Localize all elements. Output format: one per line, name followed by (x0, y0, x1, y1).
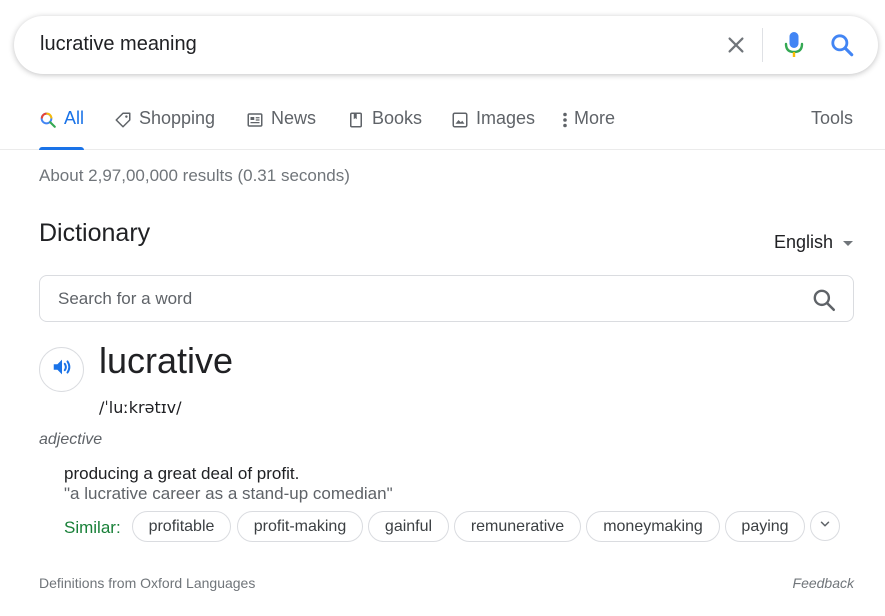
tools-button[interactable]: Tools (811, 108, 853, 129)
similar-chip[interactable]: gainful (368, 511, 449, 542)
image-icon (451, 111, 469, 129)
similar-chip[interactable]: profitable (132, 511, 231, 542)
search-query[interactable]: lucrative meaning (40, 33, 197, 56)
search-bar[interactable]: lucrative meaning (14, 16, 878, 74)
search-divider (762, 28, 763, 62)
mic-icon[interactable] (779, 29, 809, 61)
tab-shopping[interactable]: Shopping (114, 108, 215, 150)
tab-label: Shopping (139, 108, 216, 128)
headword: lucrative (99, 340, 234, 381)
tag-icon (114, 111, 132, 129)
expand-similar-button[interactable] (810, 511, 840, 541)
phonetic: /ˈluːkrətɪv/ (99, 398, 182, 417)
close-icon[interactable] (722, 31, 750, 59)
speaker-icon (51, 356, 73, 383)
book-icon (347, 111, 365, 129)
dictionary-title: Dictionary (39, 219, 151, 247)
news-icon (246, 111, 264, 129)
similar-chip[interactable]: paying (725, 511, 805, 542)
word-search-input[interactable] (58, 286, 778, 312)
search-icon[interactable] (827, 30, 857, 60)
results-stats: About 2,97,00,000 results (0.31 seconds) (39, 166, 350, 185)
part-of-speech: adjective (39, 431, 103, 448)
similar-chip[interactable]: remunerative (454, 511, 581, 542)
tab-label: More (574, 108, 616, 128)
language-label: English (774, 232, 834, 252)
more-vert-icon (560, 111, 570, 129)
tab-label: Books (372, 108, 423, 128)
feedback-link[interactable]: Feedback (793, 575, 854, 591)
tab-books[interactable]: Books (347, 108, 422, 150)
word-search-box[interactable] (39, 275, 854, 322)
example-sentence: "a lucrative career as a stand-up comedi… (64, 484, 393, 503)
definitions-source: Definitions from Oxford Languages (39, 575, 256, 591)
search-icon (39, 111, 57, 129)
tab-label: Images (476, 108, 536, 128)
tab-label: News (271, 108, 317, 128)
similar-label: Similar: (64, 518, 121, 537)
search-icon[interactable] (811, 287, 837, 313)
tab-news[interactable]: News (246, 108, 316, 150)
tab-images[interactable]: Images (451, 108, 535, 150)
caret-down-icon (843, 241, 854, 246)
tab-more[interactable]: More (560, 108, 615, 150)
definition: producing a great deal of profit. (64, 464, 300, 483)
search-tabs: All Shopping News Books Images More Tool… (0, 96, 885, 150)
similar-chip[interactable]: profit-making (237, 511, 363, 542)
tab-all[interactable]: All (39, 108, 85, 150)
language-select[interactable]: English (774, 232, 854, 253)
similar-chip[interactable]: moneymaking (586, 511, 720, 542)
tab-label: All (64, 108, 85, 128)
pronunciation-button[interactable] (39, 347, 84, 392)
chevron-down-icon (818, 517, 832, 536)
